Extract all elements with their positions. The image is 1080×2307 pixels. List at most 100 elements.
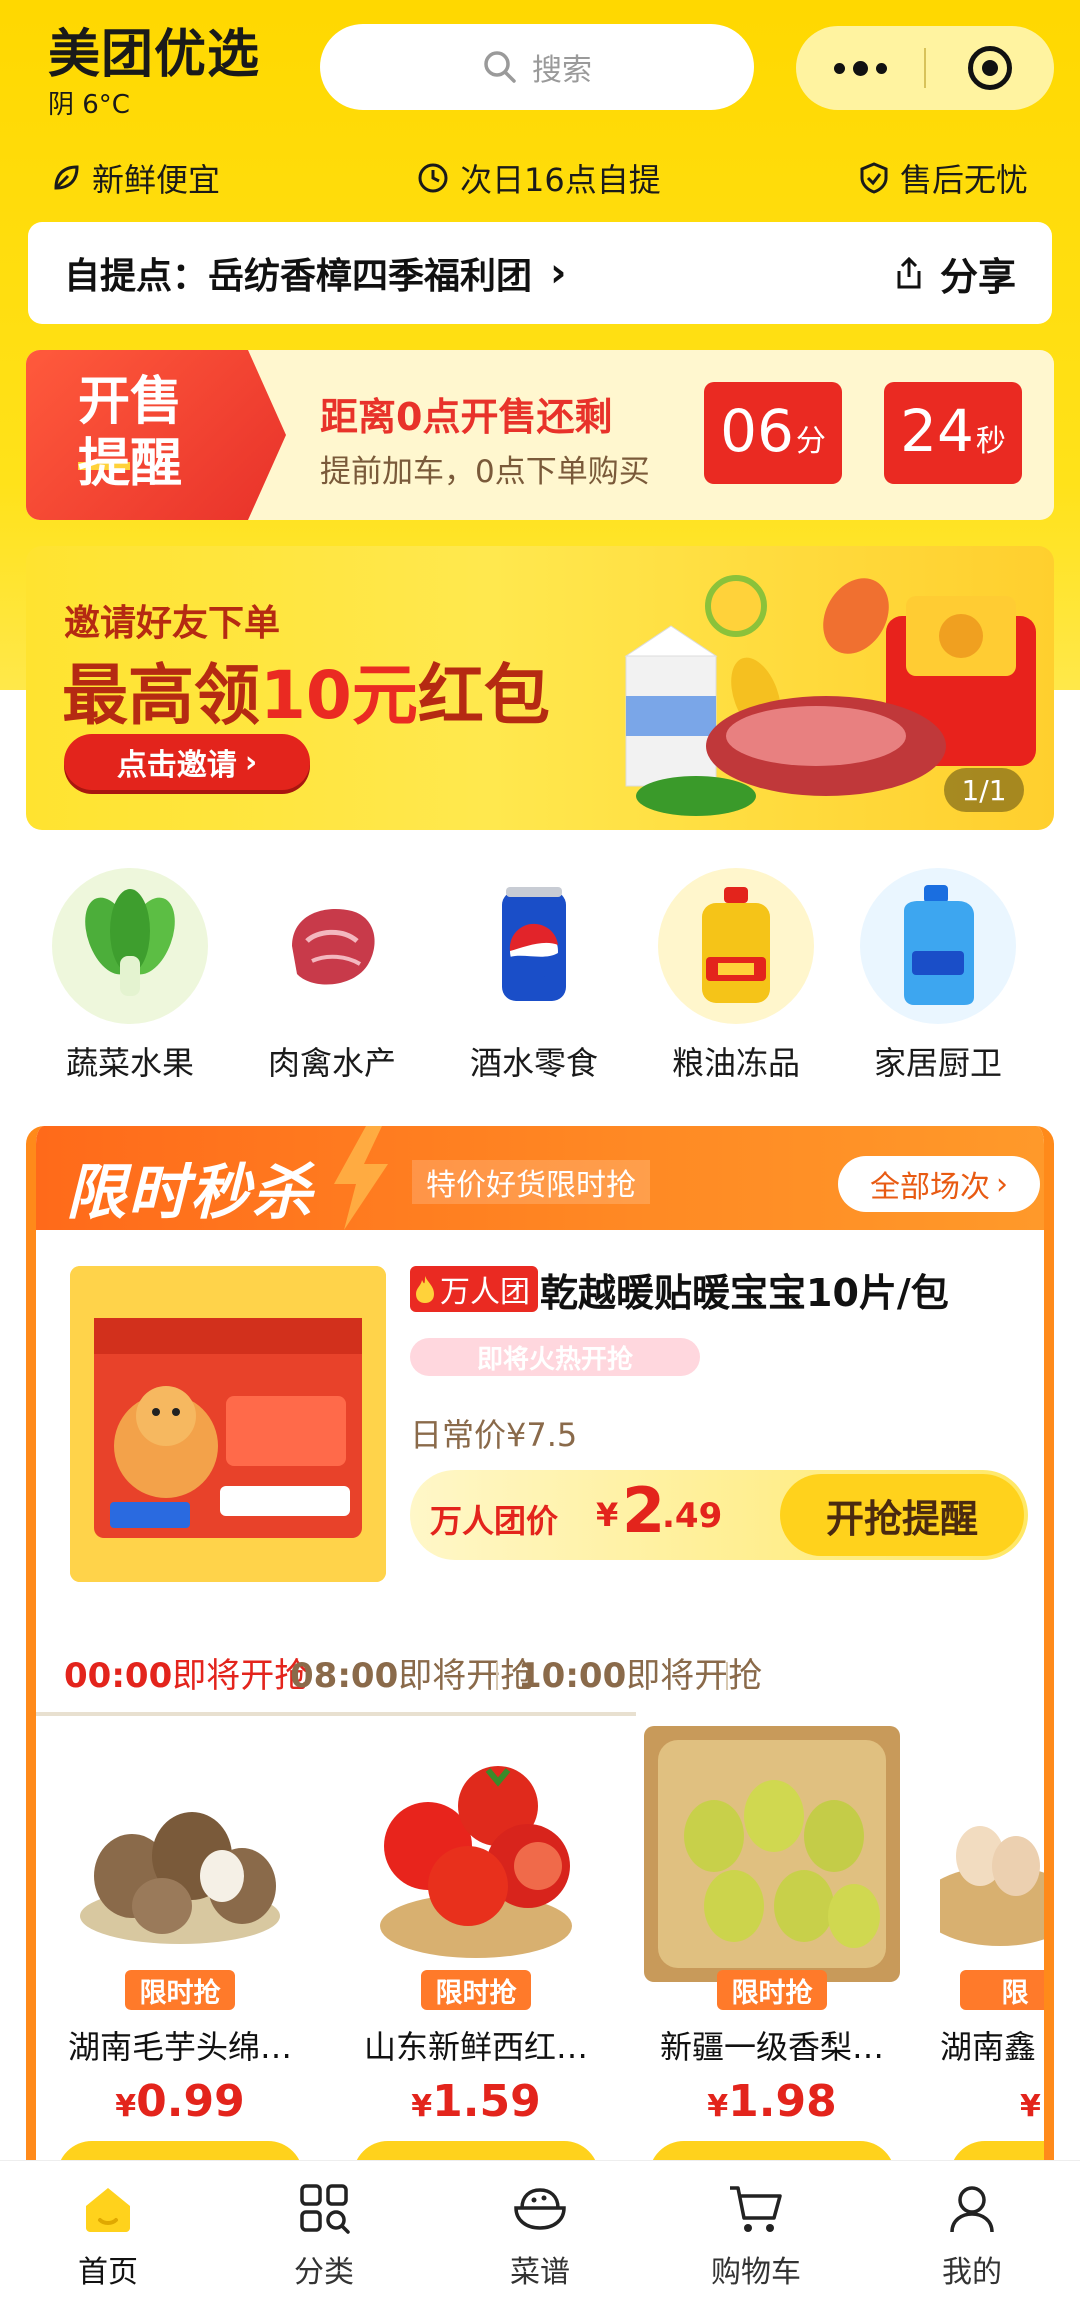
tab-label: 首页 bbox=[78, 2255, 138, 2290]
sale-reminder-card[interactable]: 开售 提醒 距离0点开售还剩 提前加车，0点下单购买 06 分 : 24 秒 bbox=[26, 350, 1054, 520]
share-button[interactable]: 分享 bbox=[892, 246, 1016, 301]
badge-line2: 提醒 bbox=[78, 434, 183, 494]
pear-image bbox=[644, 1726, 900, 1982]
price-value: 1.59 bbox=[432, 2076, 541, 2127]
limited-tag: 限 bbox=[960, 1970, 1044, 2010]
search-icon bbox=[484, 51, 516, 83]
feature-after-sale: 售后无忧 bbox=[858, 148, 1028, 208]
category-row: 蔬菜水果 肉禽水产 酒水零食 粮油冻品 家居厨卫 bbox=[26, 868, 1054, 1088]
category-label: 家居厨卫 bbox=[873, 1044, 1002, 1082]
limited-tag: 限时抢 bbox=[717, 1970, 827, 2010]
session-time: 08:00 bbox=[290, 1656, 399, 1696]
clock-icon bbox=[418, 163, 448, 193]
product-name: 湖南鑫 bbox=[940, 2028, 1037, 2066]
session-tabs: 00:00即将开抢 08:00即将开抢 10:00即将开抢 bbox=[36, 1628, 1044, 1718]
category-drinks[interactable]: 酒水零食 bbox=[444, 868, 624, 1084]
header: 美团优选 阴 6°C 搜索 bbox=[0, 0, 1080, 140]
reminder-subtitle: 提前加车，0点下单购买 bbox=[320, 454, 650, 490]
price-symbol: ¥ bbox=[707, 2089, 729, 2124]
product-card[interactable]: 限时抢 湖南毛芋头绵… ¥0.99 开抢提醒 bbox=[52, 1726, 308, 2211]
price-value: 1.98 bbox=[728, 2076, 837, 2127]
category-meat[interactable]: 肉禽水产 bbox=[242, 868, 422, 1084]
category-label: 肉禽水产 bbox=[267, 1044, 396, 1082]
tab-recipe[interactable]: 菜谱 bbox=[432, 2173, 648, 2291]
banner-line1: 邀请好友下单 bbox=[64, 603, 281, 644]
product-carousel: 限时抢 湖南毛芋头绵… ¥0.99 开抢提醒 限时抢 山东新鲜西红… ¥1.59 bbox=[36, 1726, 1044, 2216]
price-integer: 2 bbox=[622, 1474, 666, 1547]
featured-product-name: 乾越暖贴暖宝宝10片/包 bbox=[540, 1271, 949, 1315]
group-price-label: 万人团价 bbox=[430, 1502, 559, 1540]
bottom-tab-bar: 首页 分类 菜谱 购物车 我的 bbox=[0, 2160, 1080, 2307]
price-decimal: .49 bbox=[662, 1496, 723, 1536]
session-divider bbox=[726, 1662, 728, 1690]
home-icon bbox=[0, 2173, 216, 2243]
countdown-seconds: 24 秒 bbox=[884, 382, 1022, 484]
tab-session-0000[interactable]: 00:00即将开抢 bbox=[64, 1648, 308, 1697]
pickup-point-bar[interactable]: 自提点： 岳纺香樟四季福利团 › 分享 bbox=[28, 222, 1052, 324]
product-card[interactable]: 限时抢 山东新鲜西红… ¥1.59 开抢提醒 bbox=[348, 1726, 604, 2211]
session-status: 即将开抢 bbox=[626, 1656, 763, 1696]
target-close-icon bbox=[968, 46, 1012, 90]
category-household[interactable]: 家居厨卫 bbox=[848, 868, 1028, 1084]
category-grain-oil[interactable]: 粮油冻品 bbox=[646, 868, 826, 1084]
category-label: 蔬菜水果 bbox=[65, 1044, 194, 1082]
leaf-icon bbox=[54, 165, 79, 190]
tab-label: 购物车 bbox=[711, 2255, 801, 2290]
group-buy-tag-label: 万人团 bbox=[440, 1275, 530, 1310]
heat-pad-package-image bbox=[70, 1266, 386, 1582]
limited-tag: 限时抢 bbox=[421, 1970, 531, 2010]
invite-banner[interactable]: 邀请好友下单 最高领10元红包 点击邀请 › 1/1 bbox=[26, 546, 1054, 830]
price-symbol: ¥ bbox=[115, 2089, 137, 2124]
category-vegetables[interactable]: 蔬菜水果 bbox=[40, 868, 220, 1084]
banner-line2-suffix: 红包 bbox=[417, 657, 550, 734]
group-price-bar: 万人团价 ¥ 2 .49 开抢提醒 bbox=[410, 1470, 1028, 1560]
shield-check-icon bbox=[860, 162, 888, 194]
category-label: 酒水零食 bbox=[469, 1044, 598, 1082]
tomato-image bbox=[348, 1726, 604, 1982]
badge-line1: 开售 bbox=[78, 372, 183, 432]
all-sessions-button[interactable]: 全部场次 › bbox=[838, 1156, 1040, 1212]
reminder-title: 距离0点开售还剩 bbox=[320, 395, 613, 439]
tab-profile[interactable]: 我的 bbox=[864, 2173, 1080, 2291]
more-dots-icon-end bbox=[875, 62, 887, 74]
tab-label: 我的 bbox=[942, 2255, 1002, 2290]
price-value: 0.99 bbox=[136, 2076, 245, 2127]
more-dots-icon-center bbox=[852, 60, 868, 76]
feature-pickup-time: 次日16点自提 bbox=[416, 148, 661, 208]
pickup-label: 自提点： bbox=[64, 256, 209, 297]
minutes-unit: 分 bbox=[795, 424, 826, 459]
chevron-right-icon: › bbox=[996, 1166, 1008, 1202]
share-label: 分享 bbox=[939, 254, 1016, 299]
product-card-partial[interactable]: 限 湖南鑫 ¥ 开 bbox=[940, 1726, 1044, 2211]
featured-product-card[interactable]: 万人团 乾越暖贴暖宝宝10片/包 即将火热开抢 日常价¥7.5 万人团价 ¥ 2… bbox=[46, 1246, 1044, 1610]
recipe-bowl-icon bbox=[432, 2173, 648, 2243]
more-dots-icon bbox=[833, 62, 845, 74]
pickup-name: 岳纺香樟四季福利团 bbox=[208, 256, 533, 297]
reminder-badge: 开售 提醒 bbox=[26, 350, 286, 520]
tab-cart[interactable]: 购物车 bbox=[648, 2173, 864, 2291]
flash-sale-subtitle: 特价好货限时抢 bbox=[412, 1160, 650, 1204]
tab-home[interactable]: 首页 bbox=[0, 2173, 216, 2291]
search-placeholder: 搜索 bbox=[532, 53, 592, 88]
price-symbol: ¥ bbox=[596, 1496, 619, 1534]
search-bar[interactable]: 搜索 bbox=[320, 24, 754, 110]
tab-label: 分类 bbox=[294, 2255, 354, 2290]
lightning-icon bbox=[334, 1126, 388, 1230]
brand: 美团优选 阴 6°C bbox=[48, 22, 260, 122]
product-card[interactable]: 限时抢 新疆一级香梨… ¥1.98 开抢提醒 bbox=[644, 1726, 900, 2211]
close-button[interactable] bbox=[926, 26, 1054, 110]
product-price: ¥1.59 bbox=[348, 2076, 604, 2127]
tab-category[interactable]: 分类 bbox=[216, 2173, 432, 2291]
share-icon bbox=[897, 256, 921, 289]
flash-sale-header: 限时秒杀 特价好货限时抢 全部场次 › bbox=[36, 1126, 1044, 1230]
more-button[interactable] bbox=[796, 26, 924, 110]
category-icon bbox=[216, 2173, 432, 2243]
product-name: 山东新鲜西红… bbox=[363, 2028, 588, 2066]
feature-label: 次日16点自提 bbox=[460, 161, 661, 199]
product-name: 湖南毛芋头绵… bbox=[67, 2028, 292, 2066]
remind-button[interactable]: 开抢提醒 bbox=[780, 1474, 1024, 1556]
feature-fresh: 新鲜便宜 bbox=[50, 148, 220, 208]
invite-button-label: 点击邀请 bbox=[116, 748, 237, 783]
egg-image bbox=[940, 1726, 1044, 1982]
invite-button[interactable]: 点击邀请 › bbox=[64, 734, 310, 790]
